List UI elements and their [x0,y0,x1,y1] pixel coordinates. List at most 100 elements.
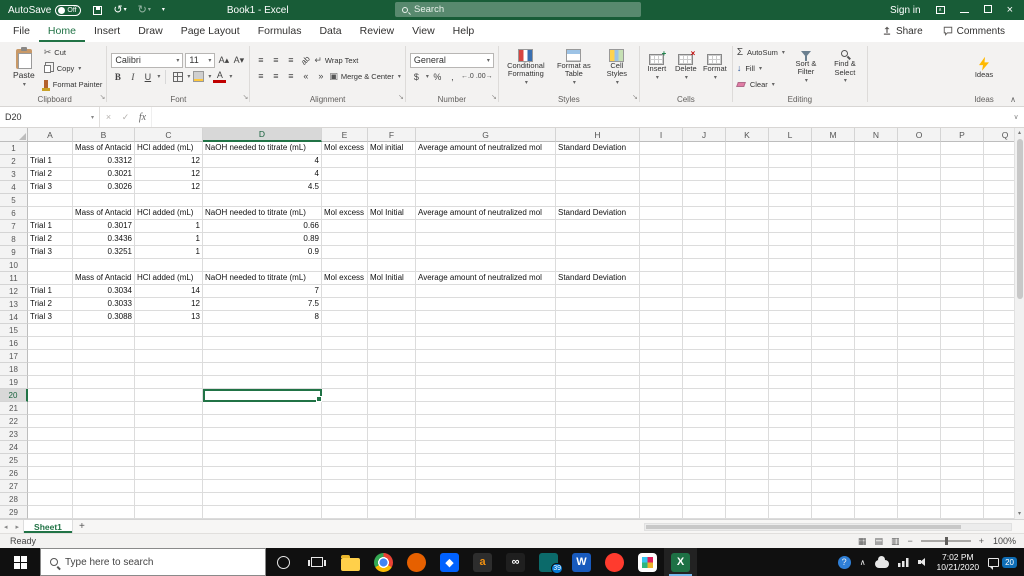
horizontal-scroll-thumb[interactable] [646,524,961,529]
column-header-H[interactable]: H [556,128,640,142]
cell-E23[interactable] [322,428,368,441]
cell-B5[interactable] [73,194,135,207]
accounting-dropdown-icon[interactable]: ▾ [426,73,429,80]
share-button[interactable]: Share [875,24,930,39]
autosum-button[interactable]: Σ AutoSum ▾ [737,45,785,59]
cell-D16[interactable] [203,337,322,350]
row-header-20[interactable]: 20 [0,389,28,402]
cell-J24[interactable] [683,441,726,454]
cell-A25[interactable] [28,454,73,467]
cell-L10[interactable] [769,259,812,272]
cell-I26[interactable] [640,467,683,480]
cell-I21[interactable] [640,402,683,415]
cell-L6[interactable] [769,207,812,220]
cell-Q9[interactable] [984,246,1014,259]
cell-C27[interactable] [135,480,203,493]
cell-F8[interactable] [368,233,416,246]
cell-D28[interactable] [203,493,322,506]
cell-E5[interactable] [322,194,368,207]
decrease-decimal-button[interactable]: .00→ [476,70,493,84]
cell-L8[interactable] [769,233,812,246]
volume-icon[interactable] [917,557,928,567]
help-icon[interactable]: ? [837,555,851,569]
cell-E15[interactable] [322,324,368,337]
menu-tab-view[interactable]: View [403,20,444,42]
cell-E25[interactable] [322,454,368,467]
row-header-16[interactable]: 16 [0,337,28,350]
column-header-B[interactable]: B [73,128,135,142]
number-format-select[interactable]: General ▾ [409,52,494,68]
cell-A4[interactable]: Trial 3 [28,181,73,194]
cell-N22[interactable] [855,415,898,428]
cell-A5[interactable] [28,194,73,207]
cell-N11[interactable] [855,272,898,285]
redo-button[interactable]: ↻ ▾ [138,4,151,16]
cell-F27[interactable] [368,480,416,493]
cell-G10[interactable] [416,259,556,272]
cell-G6[interactable]: Average amount of neutralized mol [416,207,556,220]
save-button[interactable] [93,5,103,15]
cell-H3[interactable] [556,168,640,181]
cell-D19[interactable] [203,376,322,389]
cell-F19[interactable] [368,376,416,389]
cell-Q2[interactable] [984,155,1014,168]
cell-I17[interactable] [640,350,683,363]
row-header-8[interactable]: 8 [0,233,28,246]
cell-E18[interactable] [322,363,368,376]
cell-B24[interactable] [73,441,135,454]
cell-K4[interactable] [726,181,769,194]
cell-J6[interactable] [683,207,726,220]
cell-C1[interactable]: HCl added (mL) [135,142,203,155]
cell-I16[interactable] [640,337,683,350]
cell-P6[interactable] [941,207,984,220]
cell-D3[interactable]: 4 [203,168,322,181]
cell-I12[interactable] [640,285,683,298]
file-explorer-icon[interactable] [334,548,367,576]
cell-O4[interactable] [898,181,941,194]
cell-I14[interactable] [640,311,683,324]
cell-K27[interactable] [726,480,769,493]
cell-G4[interactable] [416,181,556,194]
cell-L11[interactable] [769,272,812,285]
cell-M21[interactable] [812,402,855,415]
ribbon-display-options-icon[interactable]: ∧ [935,6,945,14]
hidden-icons-icon[interactable]: ∧ [860,558,866,567]
action-center-button[interactable]: 20 [988,556,1017,570]
cell-Q6[interactable] [984,207,1014,220]
cell-A10[interactable] [28,259,73,272]
cell-B1[interactable]: Mass of Antacid (g) [73,142,135,155]
cell-I3[interactable] [640,168,683,181]
cell-L24[interactable] [769,441,812,454]
clear-button[interactable]: Clear ▾ [735,77,775,91]
cell-B8[interactable]: 0.3436 [73,233,135,246]
close-button[interactable]: × [1007,4,1013,16]
cell-I27[interactable] [640,480,683,493]
borders-button[interactable] [171,70,184,84]
cell-M15[interactable] [812,324,855,337]
cell-G17[interactable] [416,350,556,363]
cell-P5[interactable] [941,194,984,207]
row-header-18[interactable]: 18 [0,363,28,376]
cell-H6[interactable]: Standard Deviation [556,207,640,220]
cell-D18[interactable] [203,363,322,376]
alignment-dialog-launcher-icon[interactable]: ↘ [398,91,404,104]
cell-A3[interactable]: Trial 2 [28,168,73,181]
cell-N28[interactable] [855,493,898,506]
cell-B12[interactable]: 0.3034 [73,285,135,298]
cell-C20[interactable] [135,389,203,402]
cell-F13[interactable] [368,298,416,311]
autosave-toggle[interactable]: AutoSave Off [8,4,82,16]
cell-I6[interactable] [640,207,683,220]
cell-C6[interactable]: HCl added (mL) [135,207,203,220]
cell-M28[interactable] [812,493,855,506]
cell-J14[interactable] [683,311,726,324]
cell-P13[interactable] [941,298,984,311]
cell-E14[interactable] [322,311,368,324]
cell-L15[interactable] [769,324,812,337]
cell-C22[interactable] [135,415,203,428]
cell-D11[interactable]: NaOH needed to titrate (mL) [203,272,322,285]
cell-O6[interactable] [898,207,941,220]
cell-C17[interactable] [135,350,203,363]
cell-E2[interactable] [322,155,368,168]
cell-N5[interactable] [855,194,898,207]
